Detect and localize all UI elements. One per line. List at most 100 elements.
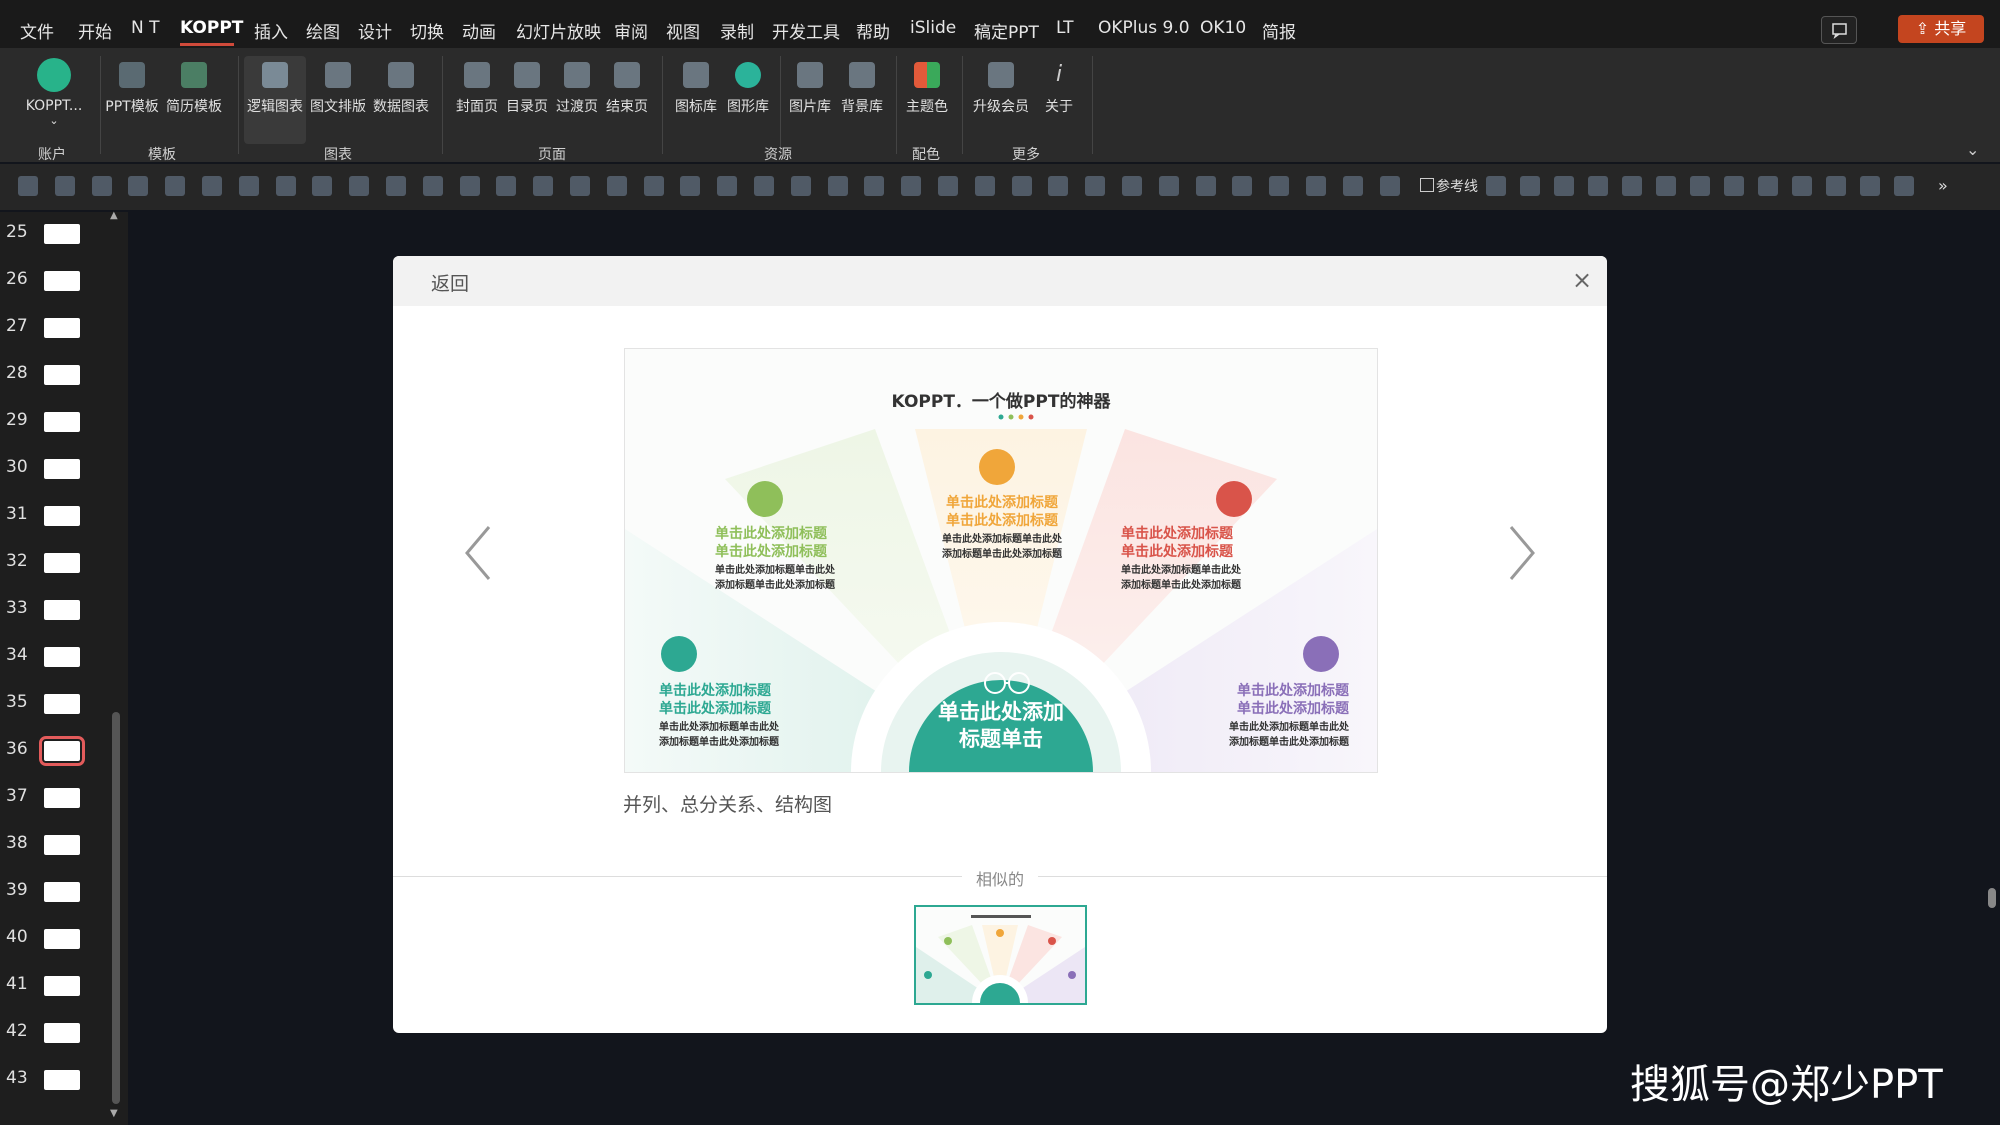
pause-icon[interactable]: [1342, 176, 1363, 196]
image-replace-icon[interactable]: [974, 176, 995, 196]
slide-thumbnail[interactable]: [44, 600, 80, 620]
menu-record[interactable]: 录制: [720, 18, 754, 43]
slide-thumbnail[interactable]: [44, 224, 80, 244]
menu-gaoding[interactable]: 稿定PPT: [974, 18, 1039, 43]
slide-thumbnail[interactable]: [44, 694, 80, 714]
menu-nt[interactable]: N T: [131, 18, 160, 38]
menu-koppt[interactable]: KOPPT: [180, 18, 243, 38]
slide-panel-scroll-thumb[interactable]: [112, 712, 120, 1104]
koppt-account-button[interactable]: KOPPT... ⌄: [14, 56, 94, 127]
menu-transition[interactable]: 切换: [410, 18, 444, 43]
image-library-button[interactable]: 图片库: [784, 56, 836, 116]
menu-slideshow[interactable]: 幻灯片放映: [516, 18, 601, 43]
editor-scrollbar[interactable]: [1984, 212, 2000, 1125]
slide-thumbnail[interactable]: [44, 1070, 80, 1090]
slide-thumbnail-selected[interactable]: [39, 736, 85, 766]
menu-lt[interactable]: LT: [1056, 18, 1074, 38]
data-chart-button[interactable]: 数据图表: [370, 56, 432, 116]
align-top-icon[interactable]: [1158, 176, 1179, 196]
shapes-icon[interactable]: [643, 176, 664, 196]
slide-thumbnail[interactable]: [44, 318, 80, 338]
star-icon[interactable]: [1486, 176, 1506, 196]
end-page-button[interactable]: 结束页: [602, 56, 652, 116]
crop-icon[interactable]: [238, 176, 259, 196]
menu-view[interactable]: 视图: [666, 18, 700, 43]
slide-thumbnail[interactable]: [44, 506, 80, 526]
next-arrow-icon[interactable]: [1507, 523, 1537, 583]
image-frame-icon[interactable]: [1690, 176, 1710, 196]
theme-color-button[interactable]: 主题色: [902, 56, 952, 116]
back-button[interactable]: 返回: [431, 269, 469, 296]
chart-icon[interactable]: [496, 176, 517, 196]
menu-okplus[interactable]: OKPlus 9.0: [1098, 18, 1190, 38]
square-icon[interactable]: [1269, 176, 1290, 196]
menu-home[interactable]: 开始: [78, 18, 112, 43]
ppt-template-button[interactable]: PPT模板: [102, 56, 162, 116]
about-button[interactable]: i 关于: [1036, 56, 1082, 116]
image-text-layout-button[interactable]: 图文排版: [308, 56, 368, 116]
align-right-icon[interactable]: [1048, 176, 1069, 196]
paint-icon[interactable]: [717, 176, 738, 196]
textbox-icon[interactable]: [91, 176, 112, 196]
pen-icon[interactable]: [422, 176, 443, 196]
slide-thumbnail[interactable]: [44, 553, 80, 573]
menu-file[interactable]: 文件: [20, 18, 54, 43]
icon-library-button[interactable]: 图标库: [670, 56, 722, 116]
ungroup-icon[interactable]: [938, 176, 958, 196]
similar-template-thumbnail[interactable]: [914, 905, 1087, 1005]
shape-circle-icon[interactable]: [312, 176, 333, 196]
resize-icon[interactable]: [1232, 176, 1253, 196]
scroll-up-icon[interactable]: ▲: [110, 210, 118, 221]
menu-islide[interactable]: iSlide: [910, 18, 956, 38]
eyedropper-icon[interactable]: [202, 176, 222, 196]
more-tools-icon[interactable]: »: [1938, 176, 1948, 195]
image-crop-icon[interactable]: [275, 176, 296, 196]
shuffle-icon[interactable]: [1724, 176, 1744, 196]
resume-template-button[interactable]: 简历模板: [162, 56, 226, 116]
shape-library-button[interactable]: 图形库: [722, 56, 774, 116]
slide-thumbnail[interactable]: [44, 882, 80, 902]
slide-thumbnail[interactable]: [44, 929, 80, 949]
slide-thumbnail[interactable]: [44, 1023, 80, 1043]
logic-chart-button[interactable]: 逻辑图表: [244, 56, 306, 144]
slide-thumbnail[interactable]: [44, 459, 80, 479]
transition-page-button[interactable]: 过渡页: [552, 56, 602, 116]
text-a-icon[interactable]: [1792, 176, 1812, 196]
menu-draw[interactable]: 绘图: [306, 18, 340, 43]
slide-thumbnail[interactable]: [44, 647, 80, 667]
align-bottom-icon[interactable]: [1195, 176, 1216, 196]
group-icon[interactable]: [864, 176, 885, 196]
menu-jianbao[interactable]: 简报: [1262, 18, 1296, 43]
collapse-ribbon-icon[interactable]: ⌄: [1966, 140, 1979, 159]
brush-cleanup-icon[interactable]: [1520, 176, 1540, 196]
menu-developer[interactable]: 开发工具: [772, 18, 840, 43]
copy-icon[interactable]: [827, 176, 848, 196]
align-middle-icon[interactable]: [1122, 176, 1142, 196]
slide-thumbnail[interactable]: [44, 788, 80, 808]
text-frame-icon[interactable]: [606, 176, 627, 196]
editor-scroll-thumb[interactable]: [1988, 888, 1996, 908]
crosshair-icon[interactable]: [1622, 176, 1642, 196]
arrow-icon[interactable]: [1306, 176, 1326, 196]
align-center-icon[interactable]: [1085, 176, 1106, 196]
brush-icon[interactable]: [386, 176, 406, 196]
slide-thumbnail[interactable]: [44, 976, 80, 996]
circle-icon[interactable]: [1379, 176, 1400, 196]
reference-line-checkbox[interactable]: [1420, 178, 1434, 192]
template-preview-image[interactable]: KOPPT．一个做PPT的神器 单击此处添加 标题单击 单击此处添加标题 单击此…: [624, 348, 1378, 773]
background-library-button[interactable]: 背景库: [836, 56, 888, 116]
scatter-icon[interactable]: [680, 176, 701, 196]
fill-color-icon[interactable]: [349, 176, 370, 196]
previous-arrow-icon[interactable]: [463, 523, 493, 583]
menu-help[interactable]: 帮助: [856, 18, 890, 43]
slide-thumbnail[interactable]: [44, 412, 80, 432]
scroll-down-icon[interactable]: ▼: [110, 1108, 118, 1119]
text-box-icon[interactable]: [1860, 176, 1880, 196]
rotate-icon[interactable]: [790, 176, 811, 196]
rotate-icon[interactable]: [1588, 176, 1608, 196]
share-button[interactable]: ⇪ 共享: [1898, 15, 1984, 43]
shapes-merge-icon[interactable]: [1894, 176, 1914, 196]
image-icon[interactable]: [1554, 176, 1574, 196]
comment-button[interactable]: [1821, 16, 1857, 44]
picture-icon[interactable]: [1826, 176, 1846, 196]
